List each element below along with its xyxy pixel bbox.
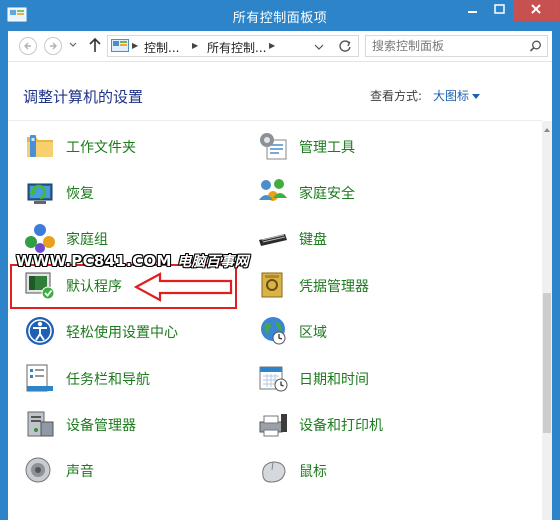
item-label: 凭据管理器 — [299, 279, 369, 295]
item-admin-tools[interactable]: 管理工具 — [257, 128, 467, 168]
sound-icon — [25, 457, 51, 483]
item-label: 鼠标 — [299, 464, 327, 480]
window-frame-left — [0, 31, 8, 520]
recovery-icon — [27, 183, 53, 204]
item-credential-manager[interactable]: 凭据管理器 — [257, 267, 467, 307]
item-mouse[interactable]: 鼠标 — [257, 452, 467, 492]
watermark-cn: 电脑百事网 — [177, 254, 249, 270]
item-family-safety[interactable]: 家庭安全 — [257, 174, 467, 214]
date-time-icon — [259, 366, 288, 392]
watermark-site: WWW.PC841.COM — [16, 252, 172, 270]
address-dropdown-chevron-icon[interactable] — [314, 44, 324, 52]
item-taskbar[interactable]: 任务栏和导航 — [24, 360, 234, 400]
red-arrow-annotation-icon — [134, 272, 233, 302]
breadcrumb-all-items[interactable]: 所有控制... — [207, 39, 266, 56]
watermark: WWW.PC841.COM 电脑百事网 — [16, 251, 249, 271]
close-button[interactable] — [513, 0, 559, 21]
view-by-value: 大图标 — [433, 89, 470, 103]
search-icon[interactable] — [529, 40, 542, 53]
control-panel-icon — [111, 39, 129, 52]
item-label: 恢复 — [66, 186, 94, 202]
refresh-icon[interactable] — [338, 39, 352, 53]
arrow-left-icon — [24, 42, 31, 50]
breadcrumb-separator-icon[interactable]: ▶ — [192, 41, 198, 50]
address-bar[interactable]: ▶ 控制... ▶ 所有控制... ▶ — [107, 35, 359, 57]
homegroup-icon — [25, 224, 55, 253]
item-label: 家庭安全 — [299, 186, 355, 202]
item-region[interactable]: 区域 — [257, 313, 467, 353]
search-input[interactable] — [372, 38, 522, 54]
chevron-down-icon — [472, 94, 481, 99]
back-button[interactable] — [19, 37, 37, 55]
maximize-button[interactable] — [486, 0, 513, 21]
toolbar-divider — [8, 61, 552, 62]
item-label: 家庭组 — [66, 232, 108, 248]
item-label: 日期和时间 — [299, 372, 369, 388]
mouse-icon — [262, 461, 286, 483]
taskbar-icon — [26, 364, 53, 392]
item-date-time[interactable]: 日期和时间 — [257, 360, 467, 400]
item-label: 设备管理器 — [66, 418, 136, 434]
keyboard-icon — [259, 234, 287, 246]
ease-of-access-icon — [26, 317, 54, 345]
item-keyboard[interactable]: 键盘 — [257, 220, 467, 260]
scrollbar-thumb[interactable] — [543, 293, 551, 433]
header-divider — [8, 120, 542, 121]
item-label: 管理工具 — [299, 140, 355, 156]
title-bar: 所有控制面板项 — [0, 0, 560, 31]
item-sound[interactable]: 声音 — [24, 452, 234, 492]
item-label: 区域 — [299, 325, 327, 341]
item-label: 键盘 — [299, 232, 327, 248]
admin-tools-icon — [260, 133, 287, 160]
view-by-dropdown[interactable]: 大图标 — [433, 87, 481, 104]
minimize-icon — [468, 11, 477, 13]
family-safety-icon — [259, 179, 287, 201]
item-label: 工作文件夹 — [66, 140, 136, 156]
item-label: 设备和打印机 — [299, 418, 383, 434]
forward-button[interactable] — [44, 37, 62, 55]
item-ease-of-access[interactable]: 轻松使用设置中心 — [24, 313, 234, 353]
close-icon — [531, 4, 541, 14]
maximize-icon — [494, 4, 505, 14]
page-title: 调整计算机的设置 — [23, 88, 144, 106]
device-manager-icon — [27, 411, 54, 437]
recent-locations-chevron-icon[interactable] — [68, 40, 78, 50]
credential-manager-icon — [261, 272, 283, 298]
item-devices-printers[interactable]: 设备和打印机 — [257, 406, 467, 446]
up-arrow-icon[interactable] — [88, 36, 102, 54]
region-icon — [261, 317, 286, 345]
work-folders-icon — [27, 135, 53, 157]
item-label: 声音 — [66, 464, 94, 480]
window-frame-right — [552, 31, 560, 520]
item-recovery[interactable]: 恢复 — [24, 174, 234, 214]
search-box[interactable] — [365, 35, 548, 57]
scroll-up-arrow-icon[interactable] — [542, 124, 552, 136]
item-label: 轻松使用设置中心 — [66, 325, 178, 341]
item-device-manager[interactable]: 设备管理器 — [24, 406, 234, 446]
devices-printers-icon — [259, 414, 287, 437]
breadcrumb-separator-icon[interactable]: ▶ — [132, 41, 138, 50]
breadcrumb-control-panel[interactable]: 控制... — [144, 39, 179, 56]
arrow-right-icon — [50, 42, 57, 50]
item-label: 任务栏和导航 — [66, 372, 150, 388]
item-work-folders[interactable]: 工作文件夹 — [24, 128, 234, 168]
navigation-bar: ▶ 控制... ▶ 所有控制... ▶ — [8, 31, 552, 61]
minimize-button[interactable] — [459, 0, 486, 21]
breadcrumb-separator-icon[interactable]: ▶ — [269, 41, 275, 50]
view-by-label: 查看方式: — [370, 89, 423, 103]
